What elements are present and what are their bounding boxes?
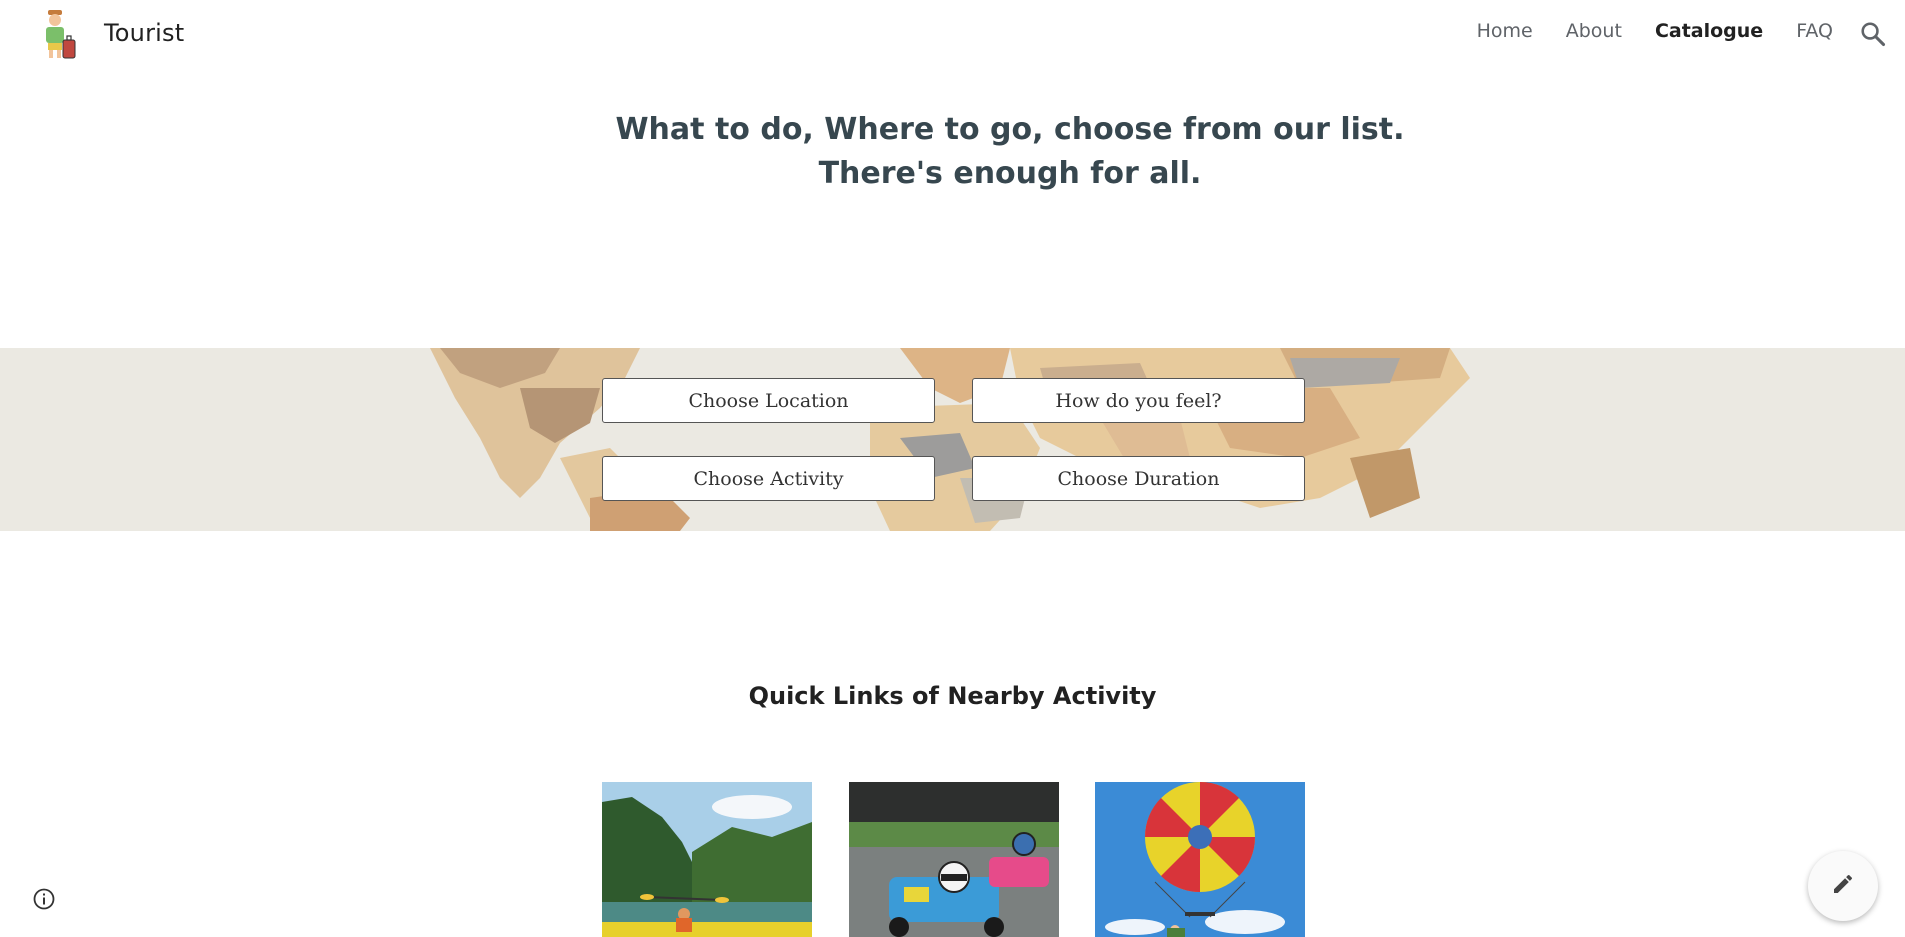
- nav-about[interactable]: About: [1566, 20, 1622, 42]
- parasailing-photo[interactable]: [1095, 782, 1305, 937]
- tourist-with-luggage-icon[interactable]: [38, 8, 78, 60]
- go-karting-photo[interactable]: [849, 782, 1059, 937]
- quick-links-title: Quick Links of Nearby Activity: [748, 682, 1157, 710]
- choose-activity-button[interactable]: Choose Activity: [602, 456, 935, 501]
- pencil-icon: [1831, 872, 1855, 900]
- main-nav: Home About Catalogue FAQ: [1477, 20, 1833, 42]
- choose-location-button[interactable]: Choose Location: [602, 378, 935, 423]
- how-do-you-feel-button[interactable]: How do you feel?: [972, 378, 1305, 423]
- kayaking-photo[interactable]: [602, 782, 812, 937]
- edit-button[interactable]: [1808, 851, 1878, 921]
- nav-home[interactable]: Home: [1477, 20, 1533, 42]
- nav-faq[interactable]: FAQ: [1796, 20, 1833, 42]
- site-header: Tourist Home About Catalogue FAQ: [0, 0, 1905, 68]
- site-title[interactable]: Tourist: [104, 19, 184, 47]
- search-icon[interactable]: [1859, 20, 1887, 48]
- nav-catalogue[interactable]: Catalogue: [1655, 20, 1763, 42]
- hero-heading: What to do, Where to go, choose from our…: [615, 112, 1405, 191]
- info-icon[interactable]: [32, 887, 56, 911]
- world-map-image: [0, 348, 1905, 531]
- choose-duration-button[interactable]: Choose Duration: [972, 456, 1305, 501]
- world-map-banner: Choose Location How do you feel? Choose …: [0, 348, 1905, 531]
